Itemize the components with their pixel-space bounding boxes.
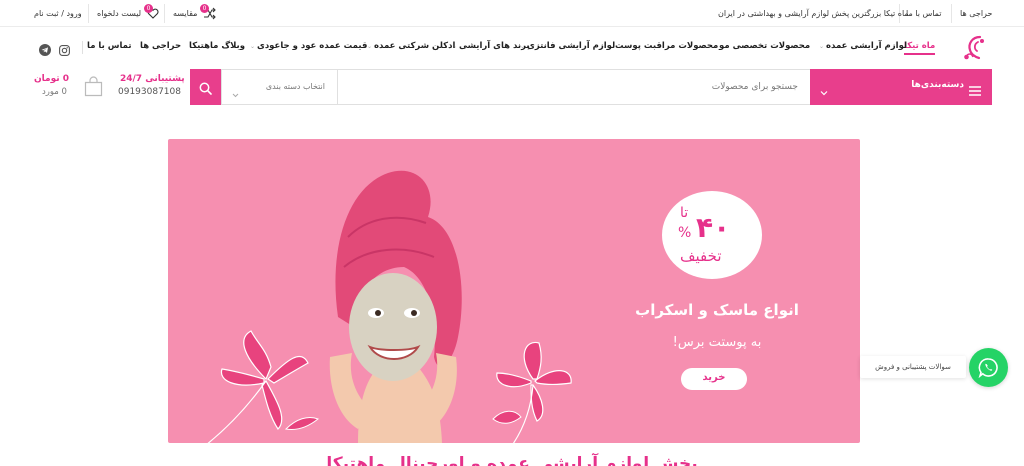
chevron-down-icon: ⌄: [250, 43, 256, 50]
discount-percent: %: [678, 225, 692, 241]
whatsapp-icon: [978, 357, 999, 379]
main-navigation: ماه تیکا ⌄ لوازم آرایشی عمده ⌄ محصولات تخص…: [0, 27, 1024, 68]
search-box: انتخاب دسته بندی: [221, 69, 810, 105]
nav-item-incense[interactable]: ⌄ قیمت عمده عود و جاعودی: [250, 41, 367, 51]
divider: [951, 4, 952, 23]
nav-item-label: لوازم آرایشی فانتزی: [527, 41, 616, 51]
section-title: پخش لوازم آرایشی عمده و اورجینال ماهتیکا: [326, 454, 698, 466]
nav-item-label: لوازم آرایشی عمده: [826, 41, 908, 51]
whatsapp-label[interactable]: سوالات پشتیبانی و فروش: [860, 356, 966, 378]
model-image: [329, 170, 462, 443]
nav-item-contact[interactable]: تماس با ما: [87, 41, 132, 51]
site-logo[interactable]: [961, 33, 991, 63]
buy-button-label: خرید: [702, 372, 726, 383]
discount-value: ۴۰: [696, 211, 731, 244]
wishlist-label: لیست دلخواه: [97, 9, 142, 18]
nav-item-skincare[interactable]: ⌄ محصولات مراقبت پوست: [608, 41, 718, 51]
top-tagline: ماه تیکا بزرگترین پخش لوازم آرایشی و بهد…: [718, 9, 909, 18]
hero-headline: انواع ماسک و اسکراب: [635, 301, 799, 319]
compare-count-badge: 0: [200, 4, 209, 13]
header-search-row: دسته‌بندی‌ها انتخاب دسته بندی پشتیبانی 2…: [0, 68, 1024, 108]
wishlist-count-badge: 0: [144, 4, 153, 13]
nav-item-brands[interactable]: ⌄ برند های آرایشی: [452, 41, 530, 51]
search-input[interactable]: [338, 70, 810, 104]
top-link-contact[interactable]: تماس با ما: [906, 8, 942, 19]
nav-item-blog[interactable]: وبلاگ ماهتیکا: [189, 41, 245, 51]
nav-item-label: محصولات تخصصی مو: [719, 41, 811, 51]
chevron-down-icon: [232, 84, 239, 98]
category-select-label: انتخاب دسته بندی: [265, 82, 325, 91]
nav-item-auctions[interactable]: حراجی ها: [140, 41, 181, 51]
login-register-link[interactable]: ورود / ثبت نام: [34, 8, 82, 19]
chevron-down-icon: ⌄: [819, 43, 825, 50]
category-select[interactable]: انتخاب دسته بندی: [222, 70, 338, 104]
instagram-icon[interactable]: [59, 41, 70, 56]
buy-button[interactable]: خرید: [681, 368, 747, 390]
chevron-down-icon: [820, 82, 828, 96]
nav-item-perfume[interactable]: ⌄ ادکلن شرکتی عمده: [367, 41, 455, 51]
categories-label: دسته‌بندی‌ها: [911, 80, 964, 90]
search-icon: [199, 80, 212, 95]
flower-decoration: [492, 341, 572, 443]
compare-label: مقایسه: [173, 9, 198, 18]
discount-upto: تا: [680, 205, 689, 221]
top-bar: حراجی ها تماس با ما ماه تیکا بزرگترین پخ…: [0, 0, 1024, 27]
top-link-auctions[interactable]: حراجی ها: [960, 8, 992, 19]
discount-word: تخفیف: [680, 247, 722, 265]
cart-total[interactable]: 0 تومان: [34, 74, 69, 84]
chevron-down-icon: ⌄: [367, 43, 373, 50]
cart-icon[interactable]: [84, 76, 103, 97]
nav-item-label: محصولات مراقبت پوست: [615, 41, 719, 51]
nav-item-wholesale-cosmetics[interactable]: ⌄ لوازم آرایشی عمده: [819, 41, 907, 51]
divider: [82, 41, 83, 54]
nav-item-label: برند های آرایشی: [459, 41, 530, 51]
hero-banner[interactable]: تا % ۴۰ تخفیف انواع ماسک و اسکراب به پوس…: [168, 139, 860, 443]
divider: [88, 4, 89, 23]
cart-count: 0 مورد: [42, 87, 67, 97]
nav-item-fancy-cosmetics[interactable]: ⌄ لوازم آرایشی فانتزی: [520, 41, 615, 51]
whatsapp-button[interactable]: [969, 348, 1008, 387]
hamburger-icon: [969, 81, 981, 96]
discount-badge: تا % ۴۰ تخفیف: [662, 191, 762, 279]
search-button[interactable]: [190, 69, 221, 105]
telegram-icon[interactable]: [39, 41, 51, 56]
nav-item-hair-products[interactable]: ⌄ محصولات تخصصی مو: [712, 41, 810, 51]
categories-button[interactable]: دسته‌بندی‌ها: [810, 69, 992, 105]
nav-item-label: قیمت عمده عود و جاعودی: [257, 41, 368, 51]
wishlist-link[interactable]: لیست دلخواه: [97, 8, 141, 19]
divider: [164, 4, 165, 23]
hero-subline: به پوستت برس!: [672, 335, 762, 350]
support-title: پشتیبانی 24/7: [120, 74, 185, 84]
support-phone[interactable]: 09193087108: [118, 87, 181, 97]
compare-link[interactable]: مقایسه: [173, 8, 197, 19]
nav-item-label: ادکلن شرکتی عمده: [374, 41, 456, 51]
nav-item-home[interactable]: ماه تیکا: [904, 41, 936, 55]
